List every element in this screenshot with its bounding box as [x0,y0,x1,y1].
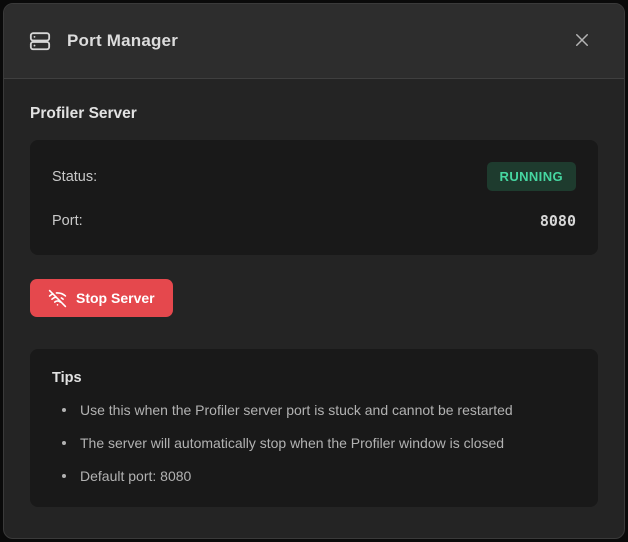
port-manager-dialog: Port Manager Profiler Server Status: RUN… [3,3,625,539]
tip-item: Default port: 8080 [62,466,576,486]
wifi-off-icon [48,289,67,308]
tips-panel: Tips Use this when the Profiler server p… [30,349,598,507]
status-panel: Status: RUNNING Port: 8080 [30,140,598,255]
close-button[interactable] [564,23,600,59]
port-row: Port: 8080 [52,209,576,233]
tip-item: Use this when the Profiler server port i… [62,400,576,420]
stop-server-button[interactable]: Stop Server [30,279,173,317]
status-label: Status: [52,169,97,185]
titlebar: Port Manager [4,4,624,79]
window-title: Port Manager [67,31,178,51]
server-icon [28,29,52,53]
stop-server-label: Stop Server [76,290,155,306]
status-row: Status: RUNNING [52,162,576,191]
port-value: 8080 [540,212,576,230]
dialog-body: Profiler Server Status: RUNNING Port: 80… [4,79,624,538]
status-badge: RUNNING [487,162,576,191]
close-icon [573,31,591,52]
port-label: Port: [52,213,83,229]
tips-heading: Tips [52,370,576,386]
section-heading: Profiler Server [30,105,598,123]
tip-item: The server will automatically stop when … [62,433,576,453]
tips-list: Use this when the Profiler server port i… [62,400,576,486]
